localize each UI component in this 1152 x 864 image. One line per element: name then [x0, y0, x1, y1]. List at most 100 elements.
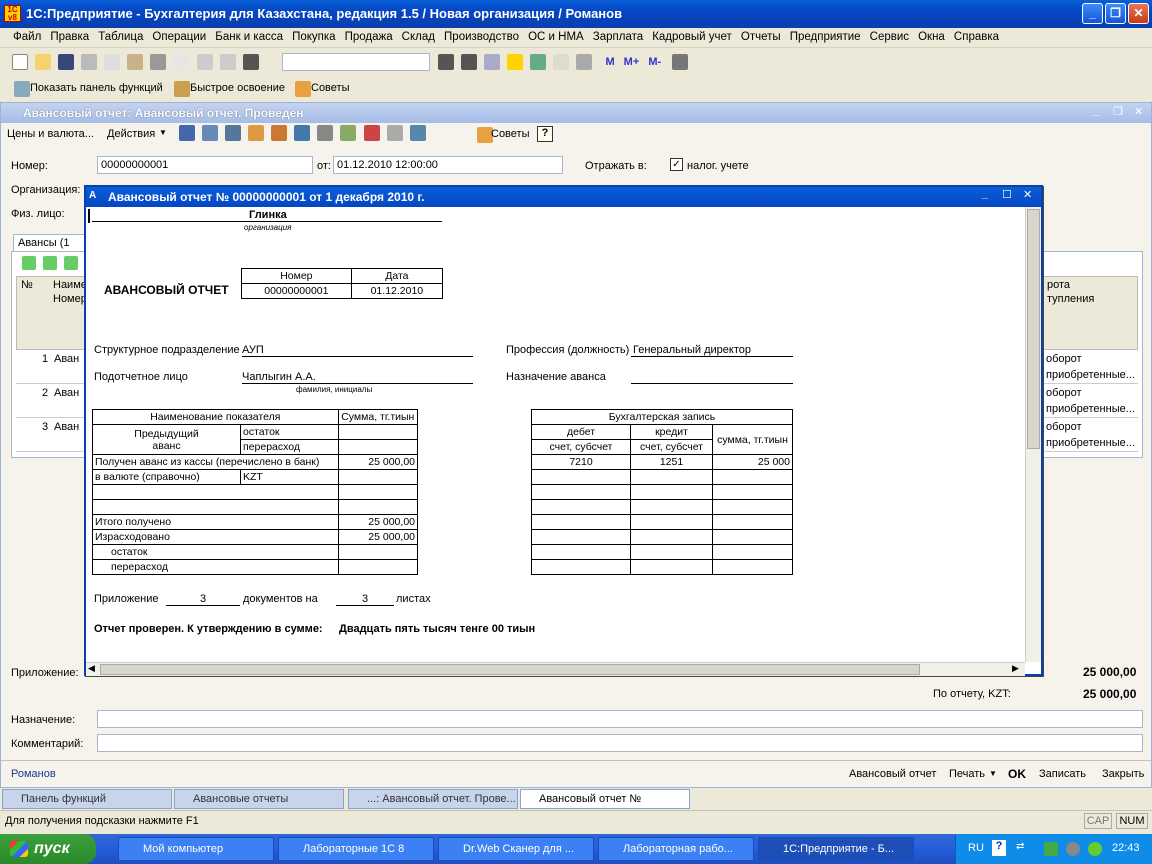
refresh-icon[interactable] — [225, 125, 242, 141]
menu-edit[interactable]: Правка — [47, 28, 92, 43]
windows-icon[interactable] — [484, 54, 501, 70]
menu-reports[interactable]: Отчеты — [738, 28, 784, 43]
language-indicator[interactable]: RU — [968, 842, 984, 854]
cancel-post-icon[interactable] — [271, 125, 288, 141]
tray-app-icon[interactable] — [1044, 842, 1058, 856]
author-link[interactable]: Романов — [11, 768, 56, 780]
tray-spider-icon[interactable] — [1088, 842, 1102, 856]
number-field[interactable]: 00000000001 — [97, 156, 313, 174]
doc-minimize-icon[interactable]: _ — [1093, 105, 1099, 117]
find-prev-icon[interactable] — [461, 54, 478, 70]
print-doc-icon[interactable] — [248, 125, 265, 141]
menu-production[interactable]: Производство — [441, 28, 522, 43]
dt-kt-icon[interactable] — [363, 125, 380, 141]
menu-service[interactable]: Сервис — [867, 28, 912, 43]
close-doc-button[interactable]: Закрыть — [1102, 768, 1144, 780]
edit-row-icon[interactable] — [64, 256, 79, 270]
doc-tips-button[interactable]: Советы — [491, 128, 529, 140]
hscroll-thumb[interactable] — [100, 664, 920, 675]
window-tab-advances-list[interactable]: Авансовые отчеты — [174, 789, 344, 809]
1c-help-icon[interactable] — [507, 54, 524, 70]
menu-table[interactable]: Таблица — [95, 28, 146, 43]
preview-icon[interactable] — [173, 54, 190, 70]
close-button[interactable]: ✕ — [1128, 3, 1149, 24]
preview-minimize-icon[interactable]: _ — [982, 188, 988, 200]
scroll-left-icon[interactable]: ◀ — [88, 663, 95, 674]
open-icon[interactable] — [35, 54, 52, 70]
tray-sound-icon[interactable] — [1066, 842, 1080, 856]
help-tray-icon[interactable]: ? — [992, 840, 1006, 856]
quick-learn-button[interactable]: Быстрое освоение — [190, 82, 285, 94]
menu-enterprise[interactable]: Предприятие — [787, 28, 864, 43]
undo-icon[interactable] — [196, 54, 213, 70]
preview-close-icon[interactable]: ✕ — [1023, 188, 1032, 201]
menu-operations[interactable]: Операции — [149, 28, 209, 43]
memory-m-icon[interactable]: M — [605, 56, 614, 68]
calculator-icon[interactable] — [530, 54, 547, 70]
print-icon[interactable] — [150, 54, 167, 70]
doc-restore-icon[interactable]: ❐ — [1113, 105, 1123, 118]
window-tab-preview[interactable]: Авансовый отчет № 000000... — [520, 789, 690, 823]
vertical-scrollbar[interactable] — [1025, 207, 1041, 662]
taskbar-item-lab-doc[interactable]: Лабораторная рабо... — [598, 837, 754, 861]
check-list-icon[interactable] — [340, 125, 357, 141]
menu-bank[interactable]: Банк и касса — [212, 28, 286, 43]
report-button[interactable]: Авансовый отчет — [849, 768, 936, 780]
redo-icon[interactable] — [219, 54, 236, 70]
scroll-right-icon[interactable]: ▶ — [1012, 663, 1019, 674]
list-icon[interactable] — [317, 125, 334, 141]
new-icon[interactable] — [12, 54, 28, 70]
menu-sales[interactable]: Продажа — [342, 28, 396, 43]
copy-row-icon[interactable] — [43, 256, 58, 270]
report-icon[interactable] — [386, 125, 403, 141]
tab-advances[interactable]: Авансы (1 по — [13, 234, 85, 261]
horizontal-scrollbar[interactable]: ◀ ▶ — [86, 662, 1025, 676]
taskbar-item-my-computer[interactable]: Мой компьютер — [118, 837, 274, 861]
find-icon[interactable] — [242, 54, 259, 70]
search-input[interactable] — [282, 53, 430, 71]
save-button[interactable]: Записать — [1039, 768, 1086, 780]
find-next-icon[interactable] — [438, 54, 454, 70]
prices-button[interactable]: Цены и валюта... — [7, 128, 94, 140]
minimize-button[interactable]: _ — [1082, 3, 1103, 24]
preview-maximize-icon[interactable]: ☐ — [1002, 188, 1012, 201]
window-tab-panel[interactable]: Панель функций — [2, 789, 172, 809]
save-icon[interactable] — [58, 54, 75, 70]
menu-file[interactable]: Файл — [10, 28, 44, 43]
calendar-icon[interactable] — [553, 54, 570, 70]
show-panel-button[interactable]: Показать панель функций — [30, 82, 163, 94]
menu-purchase[interactable]: Покупка — [289, 28, 338, 43]
comment-field[interactable] — [97, 734, 1143, 752]
menu-assets[interactable]: ОС и НМА — [525, 28, 587, 43]
tools-icon[interactable] — [672, 54, 689, 70]
taskbar-item-1c[interactable]: 1С:Предприятие - Б... — [758, 837, 914, 861]
print-button[interactable]: Печать — [949, 768, 985, 780]
date-field[interactable]: 01.12.2010 12:00:00 — [333, 156, 563, 174]
menu-help[interactable]: Справка — [951, 28, 1002, 43]
menu-salary[interactable]: Зарплата — [590, 28, 646, 43]
doc-close-icon[interactable]: ✕ — [1134, 105, 1143, 118]
nav-icon[interactable] — [179, 125, 195, 141]
copy-icon[interactable] — [104, 54, 121, 70]
clipboard-icon[interactable] — [576, 54, 593, 70]
structure2-icon[interactable] — [409, 125, 426, 141]
actions-button[interactable]: Действия — [107, 128, 155, 140]
window-tab-advance-doc[interactable]: ...: Авансовый отчет. Прове... — [348, 789, 518, 809]
memory-plus-icon[interactable]: M+ — [624, 56, 640, 68]
help-icon[interactable]: ? — [537, 126, 553, 142]
ok-button[interactable]: OK — [1008, 767, 1026, 781]
tips-button[interactable]: Советы — [311, 82, 349, 94]
vscroll-thumb[interactable] — [1027, 209, 1040, 449]
menu-warehouse[interactable]: Склад — [399, 28, 438, 43]
taskbar-item-drweb[interactable]: Dr.Web Сканер для ... — [438, 837, 594, 861]
paste-icon[interactable] — [127, 54, 144, 70]
menu-hr[interactable]: Кадровый учет — [649, 28, 735, 43]
menu-windows[interactable]: Окна — [915, 28, 948, 43]
add-row-icon[interactable] — [22, 256, 36, 270]
tray-arrows-icon[interactable]: ⇄ — [1016, 841, 1024, 852]
memory-minus-icon[interactable]: M- — [648, 56, 661, 68]
taskbar-item-labs-folder[interactable]: Лабораторные 1С 8 — [278, 837, 434, 861]
cut-icon[interactable] — [81, 54, 98, 70]
tax-checkbox[interactable]: ✓ — [670, 158, 683, 171]
maximize-button[interactable]: ❐ — [1105, 3, 1126, 24]
